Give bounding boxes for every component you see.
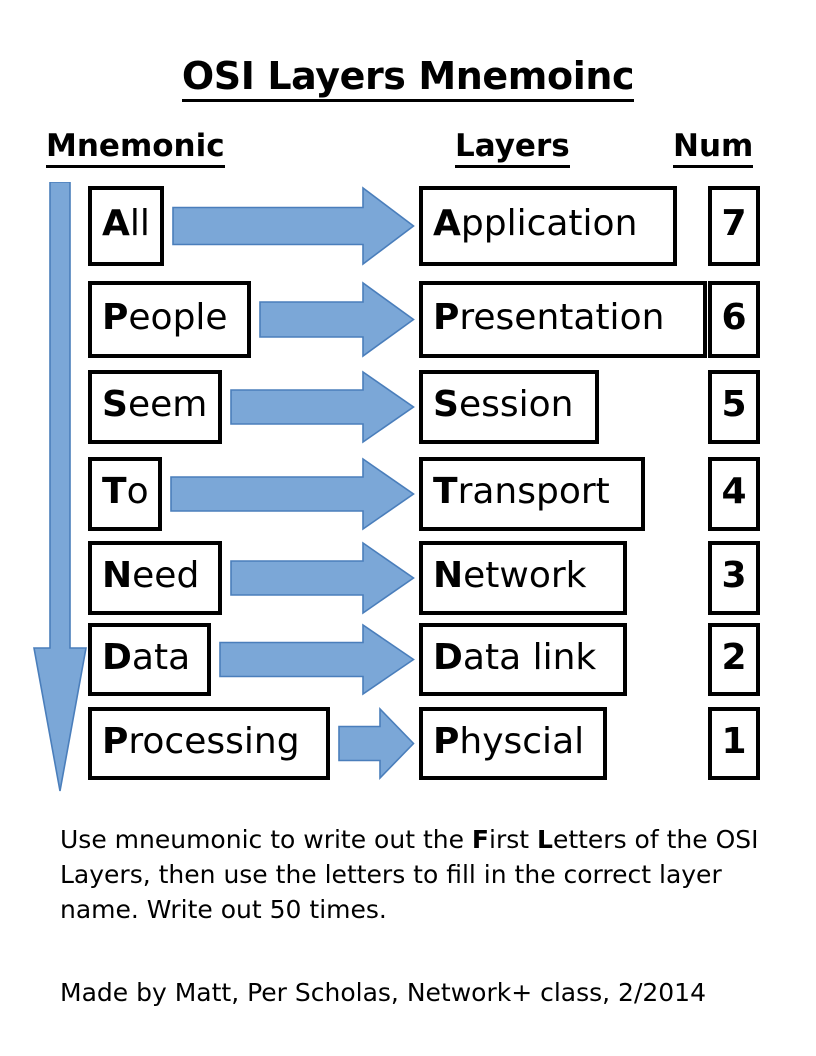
right-arrow-icon (170, 457, 415, 531)
page-title: OSI Layers Mnemoinc (0, 54, 816, 102)
layer-rest: ata link (462, 636, 597, 678)
note-bold-l: L (537, 825, 553, 854)
mnemonic-box[interactable]: To (88, 457, 162, 531)
right-arrow-icon (259, 281, 415, 358)
mnemonic-initial: D (102, 636, 132, 678)
column-header-layers-label: Layers (455, 128, 570, 168)
osi-row: Seem Session 5 (0, 370, 816, 444)
mnemonic-label: People (102, 296, 228, 338)
layer-box[interactable]: Presentation (419, 281, 707, 358)
layer-initial: S (433, 384, 459, 425)
osi-row: People Presentation 6 (0, 281, 816, 358)
note-part-2: irst (489, 825, 537, 854)
layer-label: Data link (433, 636, 597, 678)
mnemonic-rest: o (126, 471, 149, 512)
layer-number-box[interactable]: 6 (708, 281, 760, 358)
layer-label: Application (433, 206, 637, 242)
layer-number-box[interactable]: 5 (708, 370, 760, 444)
right-arrow-icon (172, 186, 415, 266)
mnemonic-box[interactable]: Seem (88, 370, 222, 444)
mnemonic-initial: A (102, 203, 130, 244)
mnemonic-initial: P (102, 296, 129, 338)
layer-initial: T (433, 471, 458, 512)
mnemonic-label: Seem (102, 387, 207, 423)
mnemonic-box[interactable]: Data (88, 623, 211, 696)
mnemonic-rest: eople (128, 296, 228, 338)
layer-number-box[interactable]: 2 (708, 623, 760, 696)
layer-box[interactable]: Physcial (419, 707, 607, 780)
osi-row: To Transport 4 (0, 457, 816, 531)
mnemonic-box[interactable]: People (88, 281, 251, 358)
layer-number: 6 (721, 296, 747, 338)
layer-rest: hyscial (459, 720, 585, 762)
column-header-mnemonic-label: Mnemonic (46, 128, 225, 168)
mnemonic-box[interactable]: Need (88, 541, 222, 615)
column-header-layers: Layers (455, 128, 570, 168)
layer-box[interactable]: Data link (419, 623, 627, 696)
layer-number: 7 (721, 203, 747, 244)
layer-rest: ransport (457, 471, 610, 512)
layer-number-box[interactable]: 7 (708, 186, 760, 266)
layer-number-box[interactable]: 4 (708, 457, 760, 531)
mnemonic-rest: ata (131, 636, 191, 678)
layer-box[interactable]: Session (419, 370, 599, 444)
layer-number-box[interactable]: 1 (708, 707, 760, 780)
layer-number: 4 (721, 471, 747, 512)
column-header-num: Num (673, 128, 754, 168)
mnemonic-label: Need (102, 558, 199, 594)
layer-box[interactable]: Application (419, 186, 677, 266)
layer-rest: pplication (460, 203, 638, 244)
layer-label: Presentation (433, 296, 665, 338)
right-arrow-icon (230, 541, 415, 615)
mnemonic-rest: eed (132, 555, 200, 596)
mnemonic-label: All (102, 206, 150, 242)
layer-label: Session (433, 387, 573, 423)
right-arrow-icon (230, 370, 415, 444)
osi-row: All Application 7 (0, 186, 816, 266)
layer-initial: D (433, 636, 463, 678)
mnemonic-label: Data (102, 636, 191, 678)
mnemonic-initial: T (102, 471, 127, 512)
layer-box[interactable]: Transport (419, 457, 645, 531)
mnemonic-initial: S (102, 384, 128, 425)
layer-initial: A (433, 203, 461, 244)
credit-line: Made by Matt, Per Scholas, Network+ clas… (60, 978, 706, 1007)
layer-number: 3 (721, 555, 747, 596)
page-title-text: OSI Layers Mnemoinc (181, 54, 635, 102)
mnemonic-label: Processing (102, 720, 300, 762)
note-part-1: Use mneumonic to write out the (60, 825, 472, 854)
layer-initial: P (433, 720, 460, 762)
column-header-num-label: Num (673, 128, 754, 168)
right-arrow-icon (338, 707, 415, 780)
layer-number-box[interactable]: 3 (708, 541, 760, 615)
osi-row: Data Data link 2 (0, 623, 816, 696)
mnemonic-initial: N (102, 555, 133, 596)
mnemonic-box[interactable]: All (88, 186, 164, 266)
instruction-note: Use mneumonic to write out the First Let… (60, 822, 780, 927)
column-header-mnemonic: Mnemonic (46, 128, 225, 168)
layer-label: Physcial (433, 720, 585, 762)
right-arrow-icon (219, 623, 415, 696)
layer-initial: P (433, 296, 460, 338)
layer-label: Transport (433, 474, 610, 510)
mnemonic-box[interactable]: Processing (88, 707, 330, 780)
mnemonic-rest: ll (129, 203, 150, 244)
osi-row: Processing Physcial 1 (0, 707, 816, 780)
mnemonic-rest: rocessing (128, 720, 300, 762)
layer-rest: ession (458, 384, 574, 425)
layer-rest: etwork (463, 555, 587, 596)
layer-label: Network (433, 558, 587, 594)
mnemonic-initial: P (102, 720, 129, 762)
layer-number: 1 (721, 720, 747, 762)
note-bold-f: F (471, 825, 489, 854)
osi-row: Need Network 3 (0, 541, 816, 615)
layer-box[interactable]: Network (419, 541, 627, 615)
layer-number: 2 (721, 636, 747, 678)
mnemonic-rest: eem (127, 384, 208, 425)
mnemonic-label: To (102, 474, 149, 510)
layer-initial: N (433, 555, 464, 596)
layer-number: 5 (721, 384, 747, 425)
layer-rest: resentation (459, 296, 665, 338)
